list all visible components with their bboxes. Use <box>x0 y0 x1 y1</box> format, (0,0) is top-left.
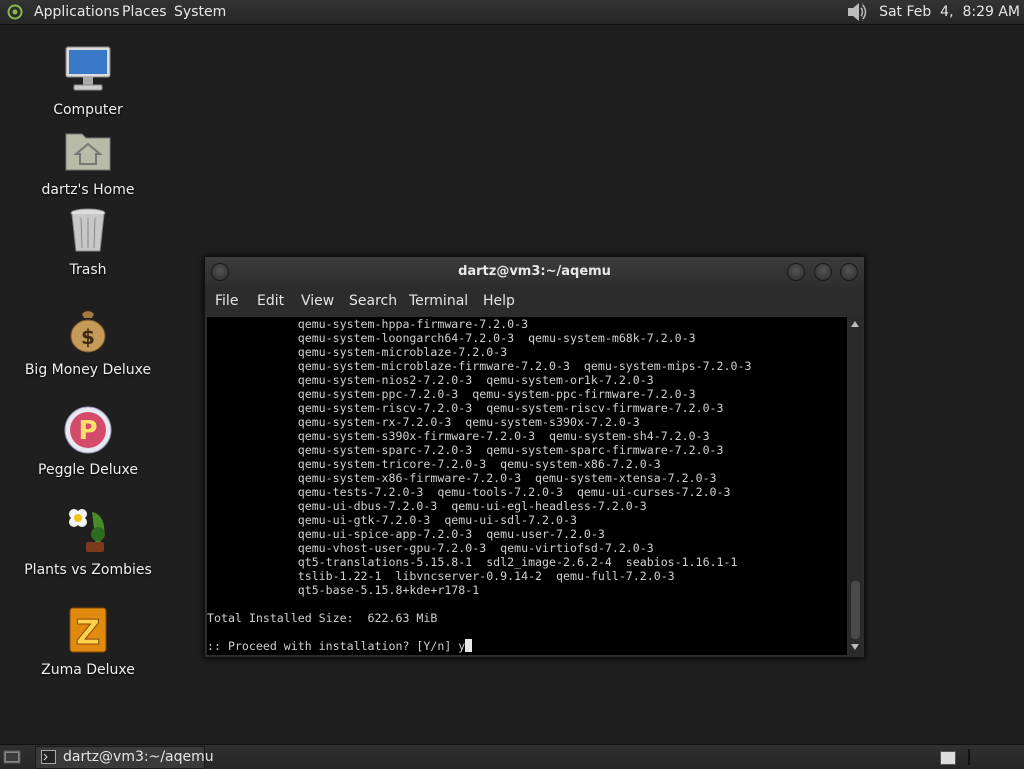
terminal-line: qemu-system-microblaze-7.2.0-3 <box>207 345 508 359</box>
applications-menu[interactable]: Applications <box>34 0 120 24</box>
terminal-line: qemu-ui-spice-app-7.2.0-3 qemu-user-7.2.… <box>207 527 605 541</box>
terminal-line: qemu-ui-dbus-7.2.0-3 qemu-ui-egl-headles… <box>207 499 647 513</box>
desktop-icon-computer[interactable]: Computer <box>18 44 158 118</box>
svg-text:P: P <box>78 416 97 446</box>
menu-view[interactable]: View <box>301 293 334 309</box>
terminal-output[interactable]: qemu-system-hppa-firmware-7.2.0-3 qemu-s… <box>207 317 847 655</box>
desktop-icon-trash[interactable]: Trash <box>18 204 158 278</box>
menu-edit[interactable]: Edit <box>257 293 284 309</box>
show-desktop-icon[interactable] <box>3 748 21 766</box>
window-titlebar[interactable]: dartz@vm3:~/aqemu <box>205 257 864 287</box>
terminal-icon <box>41 750 56 764</box>
close-button[interactable] <box>840 263 858 281</box>
taskbar-terminal-button[interactable]: dartz@vm3:~/aqemu <box>35 746 214 769</box>
clock-area: Sat Feb 4, 8:29 AM <box>848 0 1020 24</box>
terminal-lines: qemu-system-hppa-firmware-7.2.0-3 qemu-s… <box>207 317 847 653</box>
desktop-icon-label: dartz's Home <box>41 182 135 198</box>
terminal-line: qemu-system-microblaze-firmware-7.2.0-3 … <box>207 359 752 373</box>
terminal-line: qemu-system-x86-firmware-7.2.0-3 qemu-sy… <box>207 471 717 485</box>
computer-icon <box>65 46 111 91</box>
desktop-icon-zuma[interactable]: Z Zuma Deluxe <box>18 604 158 678</box>
prompt-text: :: Proceed with installation? [Y/n] y <box>207 639 466 653</box>
desktop-icon-label: Computer <box>53 102 123 118</box>
maximize-button[interactable] <box>814 263 832 281</box>
desktop-icon-label: Zuma Deluxe <box>41 662 135 678</box>
minimize-button[interactable] <box>787 263 805 281</box>
scroll-up-arrow[interactable] <box>851 321 859 327</box>
trash-icon <box>70 208 106 252</box>
terminal-line: qt5-translations-5.15.8-1 sdl2_image-2.6… <box>207 555 738 569</box>
terminal-line: qemu-tests-7.2.0-3 qemu-tools-7.2.0-3 qe… <box>207 485 731 499</box>
svg-text:$: $ <box>81 325 95 349</box>
scrollbar[interactable] <box>849 317 862 655</box>
flower-icon <box>69 509 105 552</box>
menu-terminal[interactable]: Terminal <box>409 293 468 309</box>
terminal-line: qemu-system-nios2-7.2.0-3 qemu-system-or… <box>207 373 654 387</box>
terminal-line: qt5-base-5.15.8+kde+r178-1 <box>207 583 480 597</box>
terminal-line: qemu-system-ppc-7.2.0-3 qemu-system-ppc-… <box>207 387 696 401</box>
menu-search[interactable]: Search <box>349 293 397 309</box>
desktop-icon-big-money[interactable]: $ Big Money Deluxe <box>18 304 158 378</box>
terminal-line: qemu-vhost-user-gpu-7.2.0-3 qemu-virtiof… <box>207 541 654 555</box>
zuma-icon: Z <box>69 607 107 654</box>
desktop-icon-label: Big Money Deluxe <box>24 362 152 378</box>
panel-separator <box>968 749 970 765</box>
terminal-line: qemu-system-hppa-firmware-7.2.0-3 <box>207 317 529 331</box>
workspace-1[interactable] <box>940 751 956 765</box>
desktop-icon-peggle[interactable]: P Peggle Deluxe <box>18 404 158 478</box>
money-bag-icon: $ <box>70 311 106 353</box>
bottom-panel: dartz@vm3:~/aqemu <box>0 744 1024 769</box>
desktop-icon-label: Trash <box>69 262 107 278</box>
gnome-foot-icon[interactable] <box>7 4 23 20</box>
text-cursor <box>465 639 473 652</box>
volume-icon[interactable] <box>847 2 869 22</box>
terminal-line: qemu-system-tricore-7.2.0-3 qemu-system-… <box>207 457 661 471</box>
terminal-line: qemu-system-loongarch64-7.2.0-3 qemu-sys… <box>207 331 696 345</box>
terminal-menubar: File Edit View Search Terminal Help <box>205 289 864 315</box>
terminal-line: qemu-system-sparc-7.2.0-3 qemu-system-sp… <box>207 443 724 457</box>
places-menu[interactable]: Places <box>122 0 167 24</box>
scroll-down-arrow[interactable] <box>851 644 859 650</box>
system-menu[interactable]: System <box>174 0 226 24</box>
desktop-icon-home[interactable]: dartz's Home <box>18 124 158 198</box>
desktop-icon-pvz[interactable]: Plants vs Zombies <box>18 504 158 578</box>
terminal-line: qemu-system-riscv-7.2.0-3 qemu-system-ri… <box>207 401 724 415</box>
desktop-icon-label: Peggle Deluxe <box>38 462 138 478</box>
terminal-line: qemu-ui-gtk-7.2.0-3 qemu-ui-sdl-7.2.0-3 <box>207 513 577 527</box>
menu-file[interactable]: File <box>215 293 238 309</box>
desktop-icon-label: Plants vs Zombies <box>24 562 152 578</box>
terminal-line: Total Installed Size: 622.63 MiB <box>207 611 438 625</box>
terminal-prompt: :: Proceed with installation? [Y/n] y <box>207 639 847 653</box>
svg-text:Z: Z <box>76 613 101 653</box>
terminal-window[interactable]: dartz@vm3:~/aqemu File Edit View Search … <box>204 256 865 658</box>
peggle-icon: P <box>64 406 112 454</box>
scroll-thumb[interactable] <box>851 581 860 639</box>
top-panel: Applications Places System Sat Feb 4, 8:… <box>0 0 1024 25</box>
window-title: dartz@vm3:~/aqemu <box>458 264 611 279</box>
terminal-line: tslib-1.22-1 libvncserver-0.9.14-2 qemu-… <box>207 569 675 583</box>
terminal-line: qemu-system-s390x-firmware-7.2.0-3 qemu-… <box>207 429 710 443</box>
menu-help[interactable]: Help <box>483 293 515 309</box>
terminal-line: qemu-system-rx-7.2.0-3 qemu-system-s390x… <box>207 415 640 429</box>
taskbar-task-label: dartz@vm3:~/aqemu <box>63 749 214 765</box>
clock[interactable]: Sat Feb 4, 8:29 AM <box>879 4 1020 20</box>
home-folder-icon <box>65 133 111 171</box>
